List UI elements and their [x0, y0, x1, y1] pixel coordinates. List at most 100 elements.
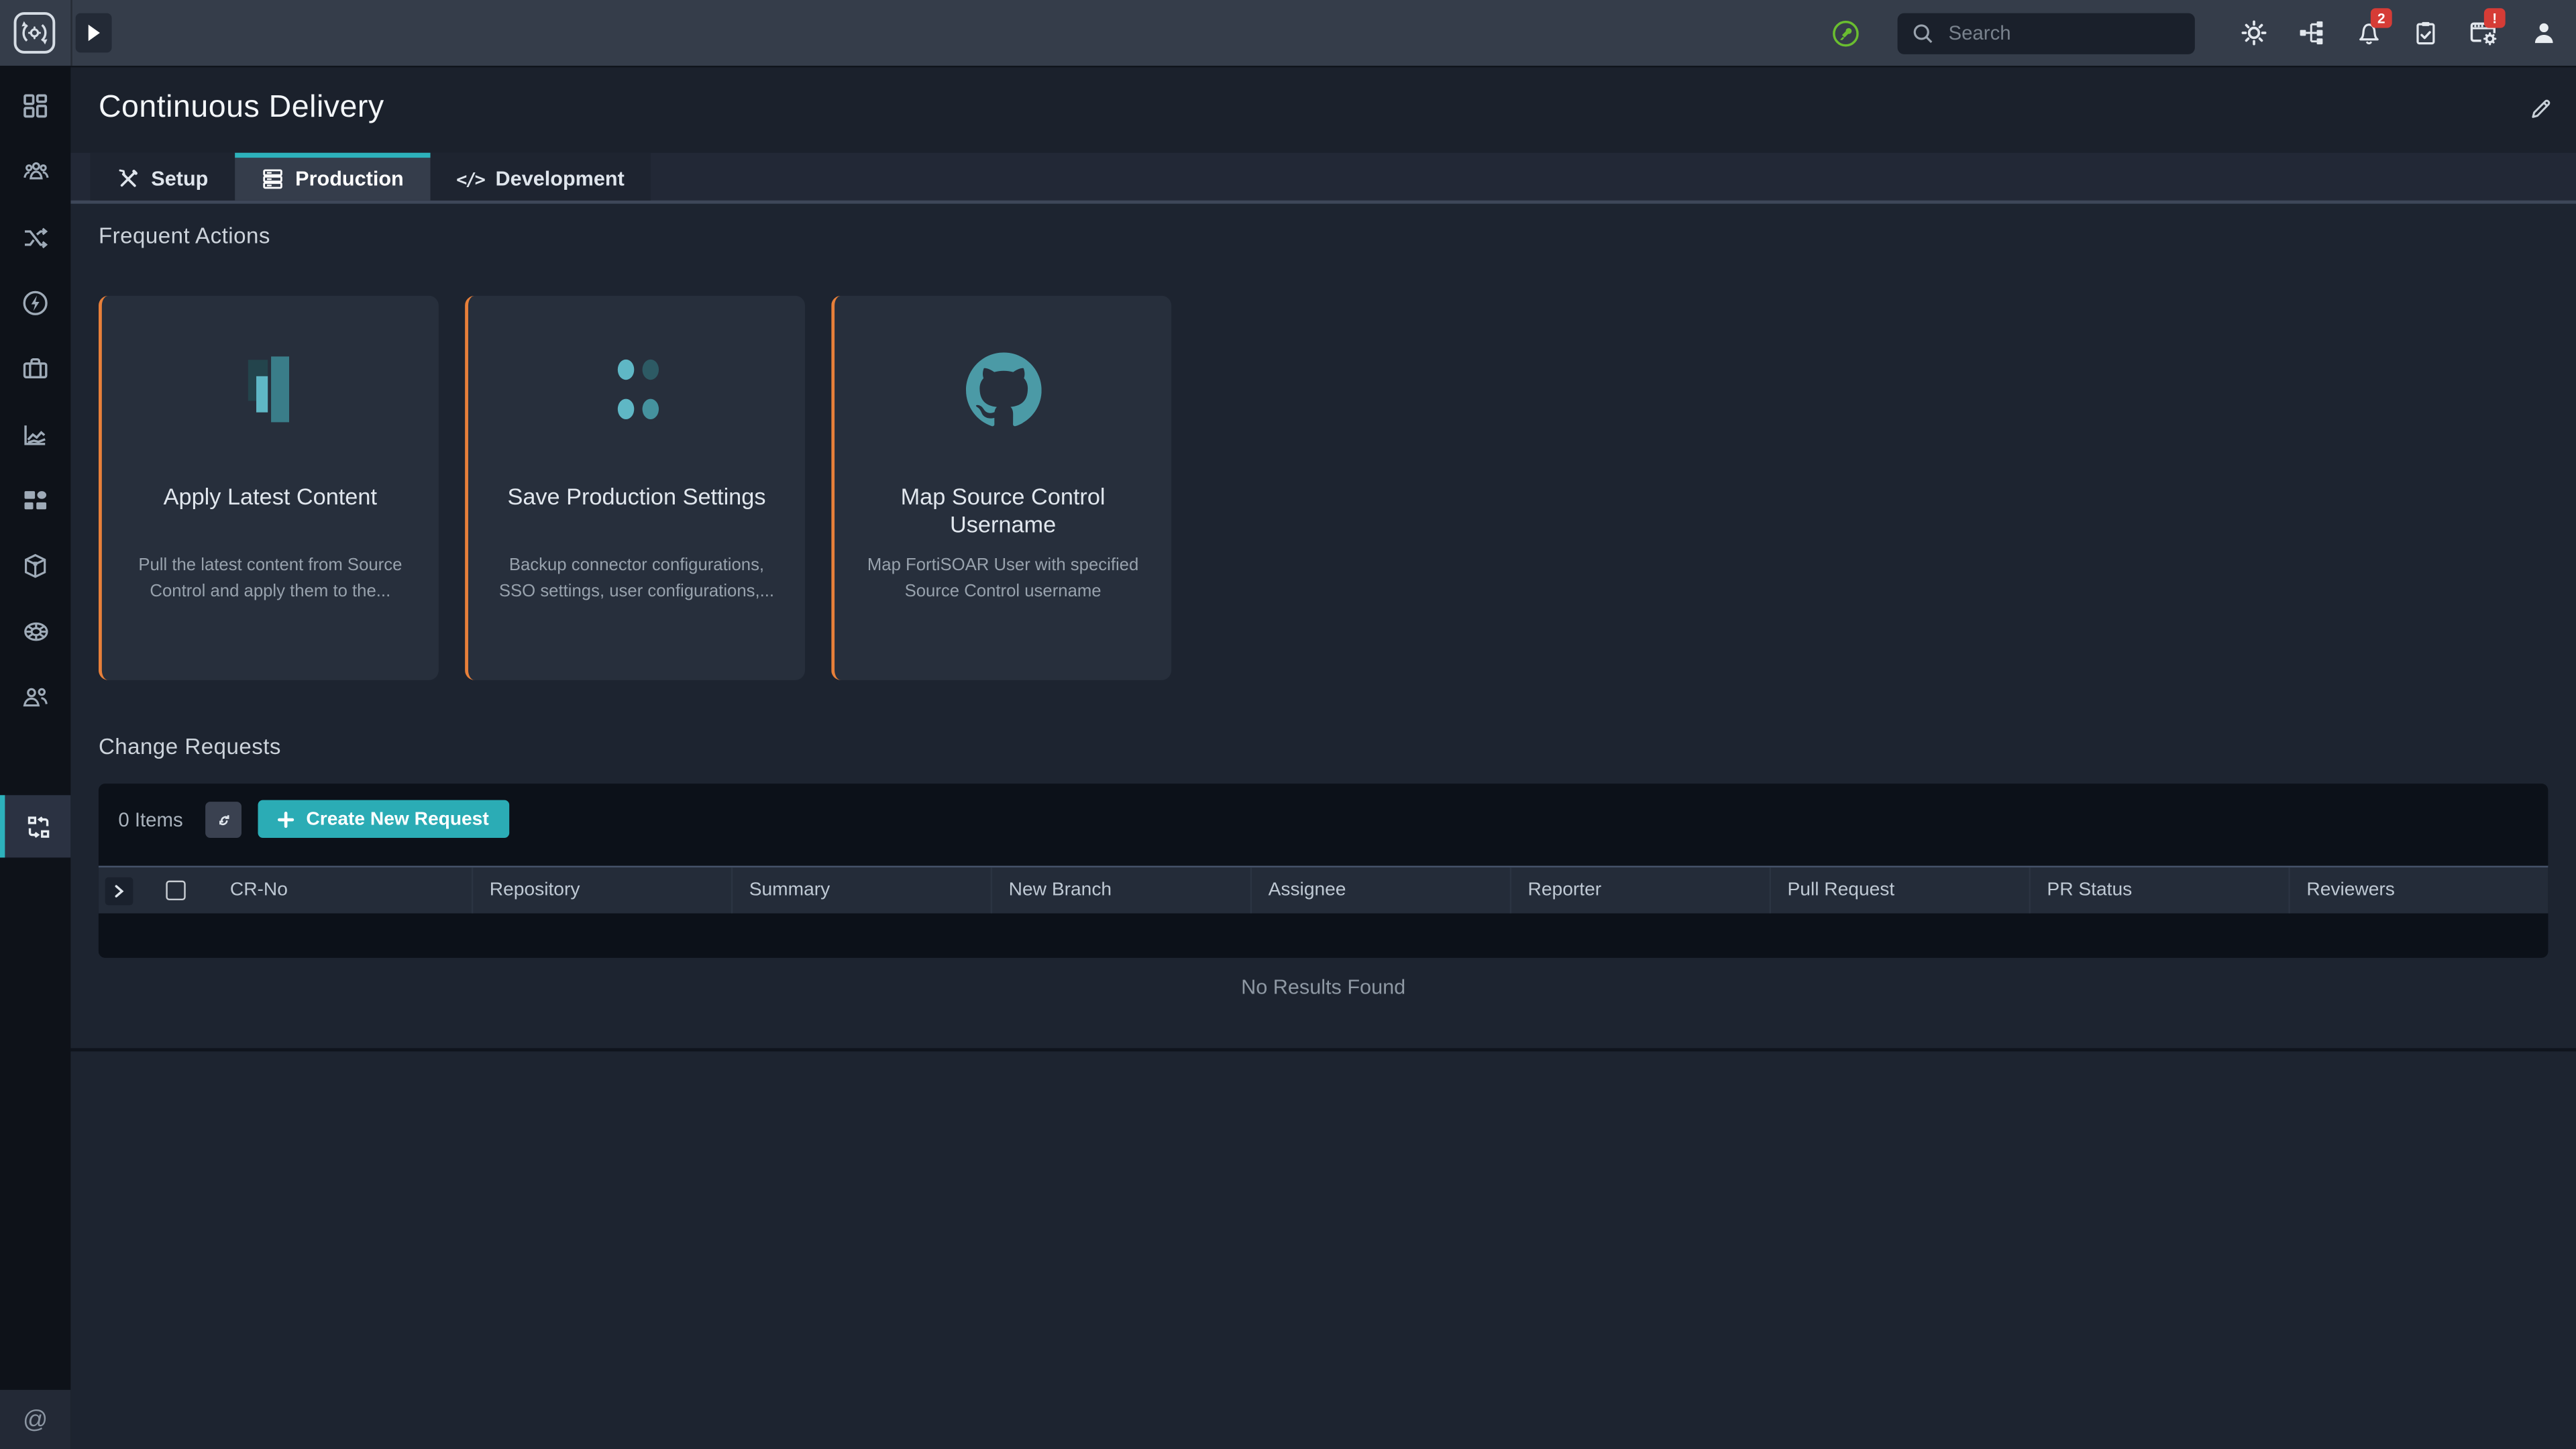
sidebar-footer: @ — [0, 1390, 70, 1449]
refresh-icon — [213, 808, 235, 830]
column-header-cell[interactable]: Reviewers — [2288, 867, 2548, 914]
mentions-icon[interactable]: @ — [23, 1405, 48, 1434]
select-all-checkbox[interactable] — [166, 881, 185, 900]
servers-icon — [261, 168, 284, 191]
shuffle-icon — [21, 223, 50, 251]
search-input[interactable] — [1948, 21, 2161, 44]
card-description: Backup connector configurations, SSO set… — [490, 552, 784, 606]
sidebar-item-automation[interactable] — [0, 270, 70, 335]
plus-icon — [278, 811, 294, 827]
sidebar-item-reports[interactable] — [0, 401, 70, 467]
column-header: Summary — [749, 881, 830, 900]
dashboard-icon — [21, 91, 50, 119]
gear-icon — [2241, 19, 2267, 46]
settings-button[interactable] — [2241, 19, 2267, 46]
column-header-cell[interactable]: Pull Request — [1770, 867, 2029, 914]
card-apply-latest-content[interactable]: Apply Latest Content Pull the latest con… — [99, 296, 439, 680]
sidebar-item-dashboard[interactable] — [0, 72, 70, 138]
frequent-actions-cards: Apply Latest Content Pull the latest con… — [99, 296, 1171, 680]
sidebar-item-solution-packs[interactable] — [0, 532, 70, 598]
create-new-request-button[interactable]: Create New Request — [258, 800, 508, 838]
content-bars-icon — [241, 338, 300, 440]
main-area: Continuous Delivery — [70, 66, 2576, 1449]
column-header-cell[interactable]: Repository — [472, 867, 731, 914]
search-icon — [1913, 22, 1934, 44]
edit-page-button[interactable] — [2528, 97, 2553, 121]
change-requests-panel: 0 Items Create New Reque — [99, 784, 2548, 958]
column-header-cell[interactable]: Summary — [731, 867, 991, 914]
user-icon — [2532, 19, 2557, 46]
column-header-cell[interactable]: Assignee — [1250, 867, 1510, 914]
system-settings-button[interactable]: ! — [2469, 19, 2501, 46]
cube-icon — [21, 551, 50, 580]
sidebar-item-war-rooms[interactable] — [0, 335, 70, 401]
sitemap-icon — [2298, 19, 2324, 46]
refresh-button[interactable] — [206, 801, 242, 837]
expand-sidebar-icon — [85, 23, 101, 42]
search-box[interactable] — [1898, 12, 2195, 53]
tab-setup[interactable]: Setup — [91, 153, 235, 201]
app-logo[interactable] — [13, 11, 56, 54]
sidebar-item-continuous-delivery[interactable] — [0, 795, 70, 857]
tab-label: Setup — [151, 168, 208, 191]
table-header-row: CR-No Repository Summary New Branch Assi… — [99, 866, 2548, 914]
change-requests-toolbar: 0 Items Create New Reque — [118, 800, 508, 838]
tools-icon — [117, 168, 140, 191]
section-divider — [70, 1048, 2576, 1051]
create-button-label: Create New Request — [306, 809, 488, 828]
card-title: Map Source Control Username — [856, 483, 1150, 549]
column-header: Reporter — [1528, 881, 1602, 900]
sidebar-item-connectors[interactable] — [0, 598, 70, 663]
sidebar-item-playbooks[interactable] — [0, 204, 70, 270]
column-header: PR Status — [2047, 881, 2132, 900]
column-header[interactable]: CR-No — [230, 881, 288, 900]
column-header: Reviewers — [2306, 881, 2394, 900]
table-empty-body — [99, 914, 2548, 958]
card-map-source-control-username[interactable]: Map Source Control Username Map FortiSOA… — [831, 296, 1171, 680]
column-header: Assignee — [1269, 881, 1346, 900]
sidebar-item-people[interactable] — [0, 663, 70, 729]
system-alert-badge: ! — [2484, 8, 2506, 28]
column-header-cell[interactable]: Reporter — [1510, 867, 1770, 914]
tab-label: Production — [295, 168, 404, 191]
tasks-button[interactable] — [2414, 19, 2438, 46]
queue-management-icon — [21, 157, 50, 185]
column-header-cell[interactable]: New Branch — [991, 867, 1250, 914]
github-icon — [965, 338, 1041, 440]
notifications-badge: 2 — [2371, 8, 2392, 28]
chart-icon — [21, 420, 50, 448]
lightning-circle-icon — [21, 288, 50, 317]
expand-sidebar-button[interactable] — [76, 13, 112, 53]
tab-group: Setup — [91, 153, 651, 201]
card-description: Pull the latest content from Source Cont… — [123, 552, 417, 606]
hierarchy-button[interactable] — [2298, 19, 2324, 46]
widgets-icon — [21, 486, 50, 514]
dots-icon — [604, 338, 669, 440]
wheel-icon — [21, 617, 50, 645]
column-header: Pull Request — [1787, 881, 1894, 900]
user-menu-button[interactable] — [2532, 19, 2557, 46]
card-save-production-settings[interactable]: Save Production Settings Backup connecto… — [465, 296, 805, 680]
tabbar: Setup — [70, 153, 2576, 204]
sidebar: @ — [0, 66, 70, 1449]
notifications-button[interactable]: 2 — [2356, 19, 2382, 46]
continuous-delivery-icon — [24, 812, 52, 841]
tab-development[interactable]: </> Development — [430, 153, 651, 201]
tab-label: Development — [496, 168, 625, 191]
pencil-icon — [2528, 97, 2553, 121]
change-requests-heading: Change Requests — [99, 735, 281, 759]
column-header: New Branch — [1009, 881, 1112, 900]
health-plug-icon[interactable] — [1832, 19, 1860, 47]
sidebar-item-queue-management[interactable] — [0, 138, 70, 204]
topbar-separator — [70, 0, 72, 66]
sidebar-item-widgets[interactable] — [0, 467, 70, 533]
page-title: Continuous Delivery — [99, 91, 384, 127]
expand-rows-button[interactable] — [105, 877, 133, 905]
column-header-cell[interactable]: PR Status — [2029, 867, 2288, 914]
card-title: Save Production Settings — [507, 483, 765, 549]
card-description: Map FortiSOAR User with specified Source… — [856, 552, 1150, 606]
briefcase-icon — [21, 354, 50, 382]
card-title: Apply Latest Content — [164, 483, 377, 549]
content: Frequent Actions Apply Latest Content Pu… — [70, 204, 2576, 1449]
tab-production[interactable]: Production — [235, 153, 430, 201]
